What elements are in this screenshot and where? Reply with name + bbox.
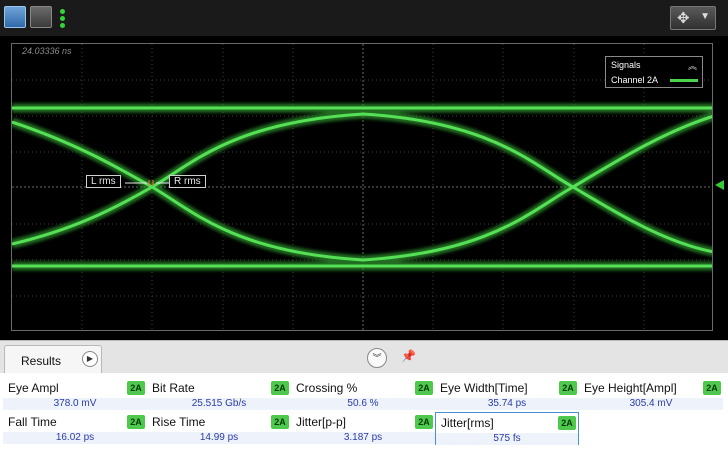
- result-value: 25.515 Gb/s: [147, 398, 291, 410]
- result-value: 378.0 mV: [3, 398, 147, 410]
- channel-badge: 2A: [558, 416, 576, 430]
- legend-title: Signals: [611, 60, 641, 70]
- result-value: 16.02 ps: [3, 432, 147, 444]
- signals-legend[interactable]: Signals ︽ Channel 2A: [605, 56, 703, 88]
- result-value: 3.187 ps: [291, 432, 435, 444]
- results-bar: Results ▶ ︾ 📌: [0, 340, 728, 374]
- result-name: Eye Height[Ampl]: [584, 381, 677, 395]
- result-eye-ampl[interactable]: Eye Ampl 2A 378.0 mV: [3, 378, 147, 411]
- result-value: 35.74 ps: [435, 398, 579, 410]
- channel-badge: 2A: [127, 415, 145, 429]
- channel-badge: 2A: [271, 381, 289, 395]
- result-name: Jitter[p-p]: [296, 415, 347, 429]
- pan-button[interactable]: ✥ ▼: [670, 6, 716, 30]
- legend-channel-swatch: [670, 79, 698, 82]
- result-rise-time[interactable]: Rise Time 2A 14.99 ps: [147, 412, 291, 445]
- result-eye-height[interactable]: Eye Height[Ampl] 2A 305.4 mV: [579, 378, 723, 411]
- eye-diagram-display[interactable]: 24.03336 ns Signals ︽ Channel 2A L rms R…: [11, 43, 713, 331]
- channel-badge: 2A: [559, 381, 577, 395]
- display-mode-button[interactable]: [4, 6, 26, 28]
- result-jitter-rms[interactable]: Jitter[rms] 2A 575 fs: [435, 412, 579, 445]
- result-name: Jitter[rms]: [441, 416, 494, 430]
- channel-badge: 2A: [271, 415, 289, 429]
- chevron-down-icon[interactable]: ▼: [700, 11, 710, 22]
- channel-badge: 2A: [415, 381, 433, 395]
- marker-left-rms[interactable]: L rms: [86, 175, 121, 188]
- result-value: 14.99 ps: [147, 432, 291, 444]
- result-name: Crossing %: [296, 381, 358, 395]
- result-value: 305.4 mV: [579, 398, 723, 410]
- channel-badge: 2A: [127, 381, 145, 395]
- marker-right-rms[interactable]: R rms: [169, 175, 206, 188]
- result-crossing[interactable]: Crossing % 2A 50.6 %: [291, 378, 435, 411]
- results-tab-label: Results: [21, 354, 62, 368]
- timestamp-label: 24.03336 ns: [22, 46, 72, 56]
- legend-channel-label: Channel 2A: [611, 75, 659, 85]
- result-name: Rise Time: [152, 415, 206, 429]
- results-grid: Eye Ampl 2A 378.0 mV Bit Rate 2A 25.515 …: [0, 373, 728, 456]
- result-name: Fall Time: [8, 415, 57, 429]
- result-eye-width[interactable]: Eye Width[Time] 2A 35.74 ps: [435, 378, 579, 411]
- collapse-icon[interactable]: ︾: [367, 348, 387, 368]
- result-name: Eye Width[Time]: [440, 381, 528, 395]
- result-jitter-pp[interactable]: Jitter[p-p] 2A 3.187 ps: [291, 412, 435, 445]
- pan-move-icon: ✥: [677, 10, 690, 27]
- result-value: 50.6 %: [291, 398, 435, 410]
- result-name: Eye Ampl: [8, 381, 59, 395]
- play-icon[interactable]: ▶: [82, 351, 98, 367]
- result-fall-time[interactable]: Fall Time 2A 16.02 ps: [3, 412, 147, 445]
- status-dots-icon: [60, 9, 66, 30]
- layout-mode-button[interactable]: [30, 6, 52, 28]
- toolbar: ✥ ▼: [0, 0, 728, 36]
- chevron-up-icon[interactable]: ︽: [688, 59, 697, 72]
- result-value: 575 fs: [436, 433, 578, 445]
- tab-results[interactable]: Results ▶: [4, 345, 102, 374]
- result-name: Bit Rate: [152, 381, 195, 395]
- channel-badge: 2A: [703, 381, 721, 395]
- pin-icon[interactable]: 📌: [401, 349, 416, 363]
- channel-badge: 2A: [415, 415, 433, 429]
- trigger-level-icon[interactable]: [715, 180, 724, 190]
- result-bit-rate[interactable]: Bit Rate 2A 25.515 Gb/s: [147, 378, 291, 411]
